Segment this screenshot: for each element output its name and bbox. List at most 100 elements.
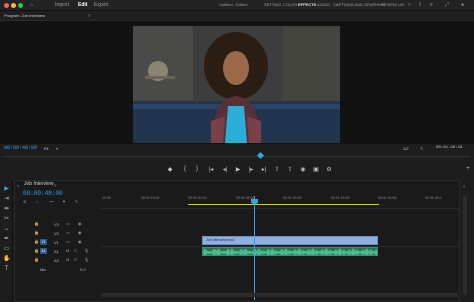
minimize-window-button[interactable] <box>11 3 16 8</box>
track-label: V3 <box>54 222 59 227</box>
nav-import[interactable]: Import <box>55 2 69 8</box>
fit-dropdown[interactable]: Fit <box>44 146 48 151</box>
workspace-audio[interactable]: AUDIO <box>317 2 330 7</box>
workspace-color[interactable]: COLOR <box>283 2 297 7</box>
microphone-icon[interactable]: 🎙 <box>84 248 89 253</box>
audio-clip[interactable] <box>202 247 378 256</box>
track-label: A1 <box>54 249 59 254</box>
user-icon[interactable]: ● <box>461 2 464 8</box>
workspace-setting[interactable]: SETTING <box>264 2 281 7</box>
rectangle-tool-icon[interactable]: ▭ <box>3 246 10 253</box>
extract-icon[interactable]: ⇪ <box>285 166 295 173</box>
mute-icon[interactable]: M <box>66 257 69 262</box>
selection-tool-icon[interactable]: ▶ <box>3 186 10 193</box>
quick-export-icon[interactable]: ⇪ <box>418 2 422 8</box>
mute-icon[interactable]: M <box>66 248 69 253</box>
mark-out-icon[interactable]: { <box>180 166 190 172</box>
video-frame-image <box>133 26 340 143</box>
panel-menu-icon[interactable]: ≡ <box>88 13 90 18</box>
video-clip[interactable]: Job Interview.mp4 <box>202 236 378 245</box>
monitor-playhead[interactable] <box>256 151 265 160</box>
lock-icon[interactable]: 🔒 <box>34 230 39 235</box>
sync-lock-icon[interactable]: ▭ <box>66 221 70 226</box>
ruler-tick: 00:01:30:00 <box>378 196 397 200</box>
horizontal-scrollbar[interactable] <box>101 293 458 297</box>
track-select-tool-icon[interactable]: ⇥ <box>3 196 10 203</box>
export-frame-icon[interactable]: ◉ <box>298 166 308 173</box>
microphone-icon[interactable]: 🎙 <box>84 257 89 262</box>
nav-edit[interactable]: Edit <box>78 2 87 8</box>
panel-menu-icon[interactable]: ≡ <box>54 183 56 188</box>
solo-icon[interactable]: S <box>74 257 77 262</box>
eye-icon[interactable]: ◉ <box>78 221 82 226</box>
vertical-scrollbar[interactable] <box>463 195 467 295</box>
eye-icon[interactable]: ◉ <box>78 239 82 244</box>
insert-sequence-icon[interactable]: ⊕ <box>23 199 26 204</box>
ruler-tick: 00:00:15:00 <box>141 196 160 200</box>
lock-icon[interactable]: 🔒 <box>34 248 39 253</box>
workspace-menu-icon[interactable]: ≡ <box>430 2 433 8</box>
monitor-scrub-bar[interactable] <box>4 156 470 157</box>
chevron-down-icon[interactable]: ▾ <box>56 146 58 151</box>
linked-selection-icon[interactable]: ⊶ <box>49 199 53 204</box>
workspace-captions[interactable]: CAPTIONS AND GRAPHICS <box>333 2 385 7</box>
timeline-timecode[interactable]: 00:00:48:00 <box>23 190 63 197</box>
add-button-icon[interactable]: + <box>463 166 473 172</box>
workspace-effects[interactable]: EFFECTS <box>298 2 316 7</box>
step-back-icon[interactable]: ◂| <box>220 166 230 173</box>
wrench-icon[interactable]: ✎ <box>420 146 423 151</box>
mix-volume-value[interactable]: 0.0 <box>80 267 86 272</box>
lock-icon[interactable]: 🔒 <box>34 221 39 226</box>
timeline-playhead[interactable] <box>254 196 255 300</box>
add-marker-icon[interactable]: ▼ <box>62 199 66 204</box>
mark-in-icon[interactable]: ◆ <box>165 166 175 173</box>
playhead-timecode[interactable]: 00:00:48:00 <box>4 145 37 151</box>
source-patch-a1[interactable]: A1 <box>40 248 47 254</box>
solo-icon[interactable]: S <box>74 248 77 253</box>
tab-timeline[interactable]: Job Interview <box>24 181 53 187</box>
home-icon[interactable]: ⌂ <box>30 2 33 8</box>
hand-tool-icon[interactable]: ✋ <box>3 256 10 263</box>
eye-icon[interactable]: ◉ <box>78 230 82 235</box>
ruler-tick: 00:01:00:00 <box>283 196 302 200</box>
track-header-a2: 🔒 A2 M S 🎙 <box>14 256 100 265</box>
lock-icon[interactable]: 🔒 <box>34 257 39 262</box>
track-label: A2 <box>54 258 59 263</box>
sync-lock-icon[interactable]: ▭ <box>66 239 70 244</box>
type-tool-icon[interactable]: T <box>3 266 10 273</box>
fullscreen-icon[interactable]: ⤢ <box>445 2 449 8</box>
tab-program-monitor[interactable]: Program: Job Interview <box>4 13 45 18</box>
step-forward-icon[interactable]: |▸ <box>246 166 256 173</box>
source-patch-v1[interactable]: V1 <box>40 239 47 245</box>
settings-icon[interactable]: ⚙ <box>324 166 334 173</box>
ruler-tick: 00:00 <box>102 196 111 200</box>
lift-icon[interactable]: ⇧ <box>272 166 282 173</box>
slip-tool-icon[interactable]: ↔ <box>3 226 10 233</box>
razor-tool-icon[interactable]: ✂ <box>3 216 10 223</box>
work-area-bar[interactable] <box>188 204 379 205</box>
comparison-view-icon[interactable]: ▣ <box>311 166 321 173</box>
zoom-window-button[interactable] <box>18 3 23 8</box>
close-window-button[interactable] <box>4 3 9 8</box>
wrench-icon[interactable]: ✎ <box>75 199 78 204</box>
snap-icon[interactable]: ∩ <box>36 199 39 204</box>
go-to-out-icon[interactable]: ▸| <box>259 166 269 173</box>
mark-clip-icon[interactable]: } <box>192 166 202 172</box>
ruler-tick: 00:01:45:0 <box>425 196 442 200</box>
chevron-right-icon[interactable]: » <box>408 2 411 8</box>
track-header-a1: A1 🔒 A1 M S 🎙 <box>14 247 100 256</box>
video-frame <box>133 26 340 143</box>
nav-export[interactable]: Export <box>94 2 108 8</box>
sync-lock-icon[interactable]: ▭ <box>66 230 70 235</box>
pen-tool-icon[interactable]: ✒ <box>3 236 10 243</box>
ripple-edit-tool-icon[interactable]: ⇹ <box>3 206 10 213</box>
duration-timecode: 00:01:26:19 <box>436 146 463 150</box>
lock-icon[interactable]: 🔒 <box>34 239 39 244</box>
panel-options-icon[interactable]: ≡ <box>463 184 465 189</box>
go-to-in-icon[interactable]: |◂ <box>206 166 216 173</box>
workspace-review[interactable]: REVIEW <box>381 2 397 7</box>
workspace-lib[interactable]: LIB <box>398 2 404 7</box>
play-icon[interactable]: ▶ <box>233 166 243 173</box>
resolution-dropdown[interactable]: 1/2 <box>403 146 409 151</box>
close-tab-icon[interactable]: × <box>17 183 19 188</box>
